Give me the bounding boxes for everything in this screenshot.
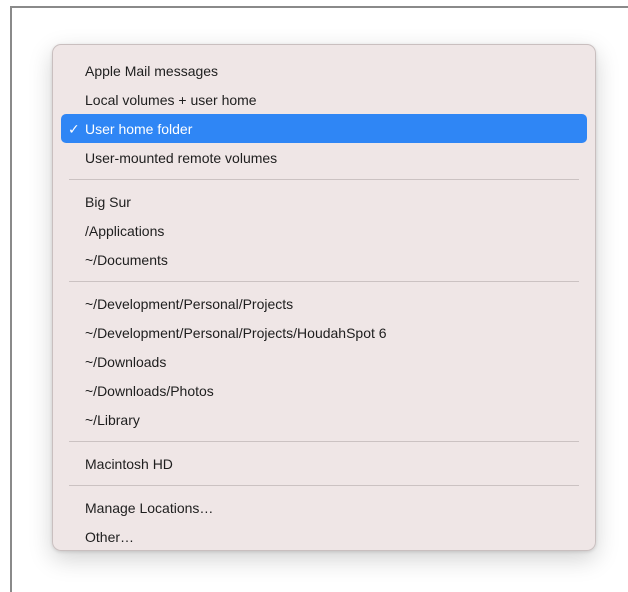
menu-item-library[interactable]: ~/Library bbox=[61, 405, 587, 434]
menu-item-documents[interactable]: ~/Documents bbox=[61, 245, 587, 274]
menu-item-downloads[interactable]: ~/Downloads bbox=[61, 347, 587, 376]
menu-item-label: Macintosh HD bbox=[85, 455, 173, 472]
menu-item-label: Other… bbox=[85, 528, 135, 545]
menu-item-label: ~/Development/Personal/Projects/HoudahSp… bbox=[85, 324, 387, 341]
menu-item-manage-locations[interactable]: Manage Locations… bbox=[61, 493, 587, 522]
menu-item-user-home-folder[interactable]: ✓ User home folder bbox=[61, 114, 587, 143]
menu-item-houdahspot-6[interactable]: ~/Development/Personal/Projects/HoudahSp… bbox=[61, 318, 587, 347]
menu-item-label: User home folder bbox=[85, 120, 193, 137]
menu-item-macintosh-hd[interactable]: Macintosh HD bbox=[61, 449, 587, 478]
menu-item-development-personal-projects[interactable]: ~/Development/Personal/Projects bbox=[61, 289, 587, 318]
menu-item-big-sur[interactable]: Big Sur bbox=[61, 187, 587, 216]
menu-item-downloads-photos[interactable]: ~/Downloads/Photos bbox=[61, 376, 587, 405]
checkmark-icon: ✓ bbox=[68, 120, 80, 137]
menu-item-label: ~/Downloads/Photos bbox=[85, 382, 214, 399]
menu-item-label: User-mounted remote volumes bbox=[85, 149, 278, 166]
menu-separator bbox=[69, 281, 579, 282]
menu-item-label: ~/Downloads bbox=[85, 353, 167, 370]
menu-item-label: Big Sur bbox=[85, 193, 131, 210]
menu-item-label: ~/Library bbox=[85, 411, 140, 428]
menu-item-other[interactable]: Other… bbox=[61, 522, 587, 551]
menu-separator bbox=[69, 179, 579, 180]
menu-item-label: Apple Mail messages bbox=[85, 62, 219, 79]
menu-item-label: /Applications bbox=[85, 222, 165, 239]
menu-item-label: Manage Locations… bbox=[85, 499, 214, 516]
menu-item-applications[interactable]: /Applications bbox=[61, 216, 587, 245]
menu-item-apple-mail-messages[interactable]: Apple Mail messages bbox=[61, 56, 587, 85]
menu-separator bbox=[69, 441, 579, 442]
menu-item-label: Local volumes + user home bbox=[85, 91, 257, 108]
menu-item-user-mounted-remote-volumes[interactable]: User-mounted remote volumes bbox=[61, 143, 587, 172]
locations-popup-menu: Apple Mail messages Local volumes + user… bbox=[52, 44, 596, 551]
menu-item-label: ~/Development/Personal/Projects bbox=[85, 295, 294, 312]
menu-separator bbox=[69, 485, 579, 486]
menu-item-local-volumes-user-home[interactable]: Local volumes + user home bbox=[61, 85, 587, 114]
menu-item-label: ~/Documents bbox=[85, 251, 168, 268]
